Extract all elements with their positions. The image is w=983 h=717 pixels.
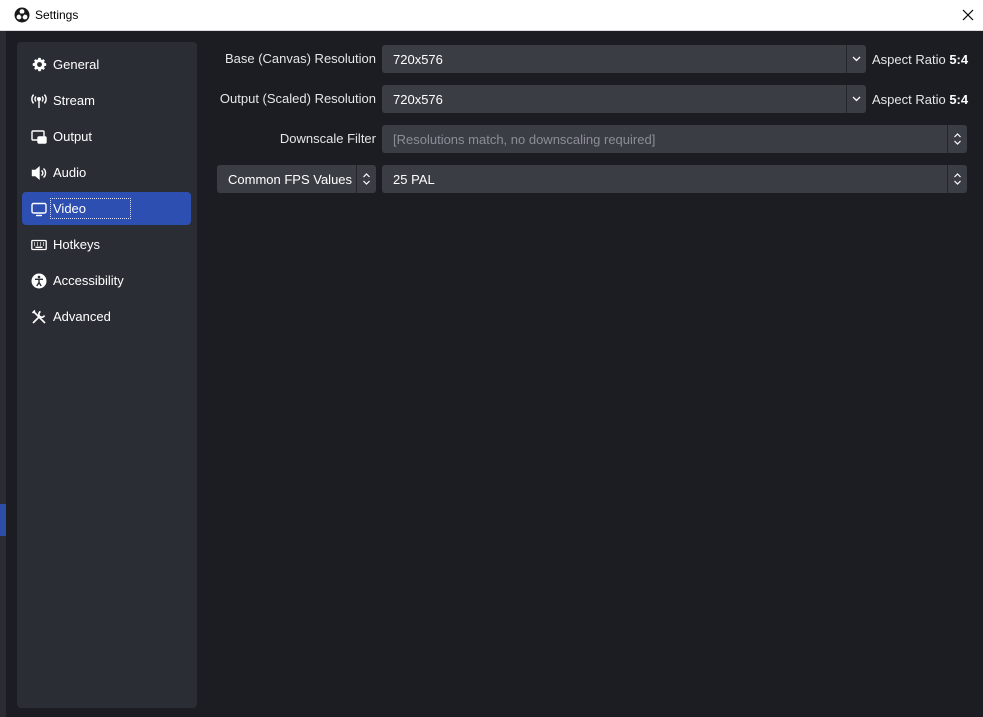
sidebar-item-stream[interactable]: Stream: [22, 84, 191, 117]
base-aspect-value: 5:4: [949, 52, 969, 67]
window-title: Settings: [35, 8, 79, 22]
tools-icon: [31, 309, 47, 325]
base-resolution-label: Base (Canvas) Resolution: [224, 51, 376, 66]
sidebar-item-label: Advanced: [53, 309, 111, 324]
speaker-icon: [31, 165, 47, 181]
close-icon: [962, 9, 974, 21]
up-down-arrows-icon: [947, 165, 967, 193]
output-aspect-ratio: Aspect Ratio 5:4: [872, 92, 969, 107]
chevron-down-icon: [846, 85, 866, 113]
base-aspect-ratio: Aspect Ratio 5:4: [872, 52, 969, 67]
downscale-filter-value: [Resolutions match, no downscaling requi…: [393, 131, 656, 147]
fps-value-select[interactable]: 25 PAL: [382, 165, 967, 193]
sidebar-item-video[interactable]: Video: [22, 192, 191, 225]
accessibility-icon: [31, 273, 47, 289]
sidebar-item-label: Audio: [53, 165, 87, 180]
sidebar-item-label: General: [53, 57, 100, 72]
antenna-icon: [31, 93, 47, 109]
output-icon: [31, 129, 47, 145]
base-resolution-value: 720x576: [393, 51, 443, 67]
sidebar-item-output[interactable]: Output: [22, 120, 191, 153]
fps-value: 25 PAL: [393, 171, 435, 187]
output-resolution-value: 720x576: [393, 91, 443, 107]
sidebar-item-hotkeys[interactable]: Hotkeys: [22, 228, 191, 261]
sidebar-item-audio[interactable]: Audio: [22, 156, 191, 189]
gear-icon: [31, 57, 47, 73]
sidebar-item-general[interactable]: General: [22, 48, 191, 81]
settings-body: General Stream Output Audio Video Hotkey…: [6, 31, 983, 717]
sidebar-item-label: Output: [53, 129, 93, 144]
output-resolution-combo[interactable]: 720x576: [382, 85, 866, 113]
close-button[interactable]: [953, 0, 983, 30]
monitor-icon: [31, 201, 47, 217]
output-resolution-label: Output (Scaled) Resolution: [219, 91, 376, 106]
base-resolution-combo[interactable]: 720x576: [382, 45, 866, 73]
sidebar-item-label: Hotkeys: [53, 237, 100, 252]
keyboard-icon: [31, 237, 47, 253]
chevron-down-icon: [846, 45, 866, 73]
obs-logo-icon: [14, 7, 30, 23]
sidebar-item-accessibility[interactable]: Accessibility: [22, 264, 191, 297]
sidebar-item-advanced[interactable]: Advanced: [22, 300, 191, 333]
title-bar: Settings: [0, 0, 983, 31]
up-down-arrows-icon: [356, 165, 376, 193]
settings-sidebar: General Stream Output Audio Video Hotkey…: [17, 42, 197, 708]
output-aspect-value: 5:4: [949, 92, 969, 107]
fps-type-value: Common FPS Values: [228, 171, 353, 187]
sidebar-item-label: Stream: [53, 93, 95, 108]
up-down-arrows-icon: [947, 125, 967, 153]
downscale-filter-label: Downscale Filter: [279, 131, 376, 146]
sidebar-item-label: Video: [49, 198, 132, 219]
downscale-filter-select[interactable]: [Resolutions match, no downscaling requi…: [382, 125, 967, 153]
fps-type-select[interactable]: Common FPS Values: [217, 165, 376, 193]
sidebar-item-label: Accessibility: [53, 273, 124, 288]
